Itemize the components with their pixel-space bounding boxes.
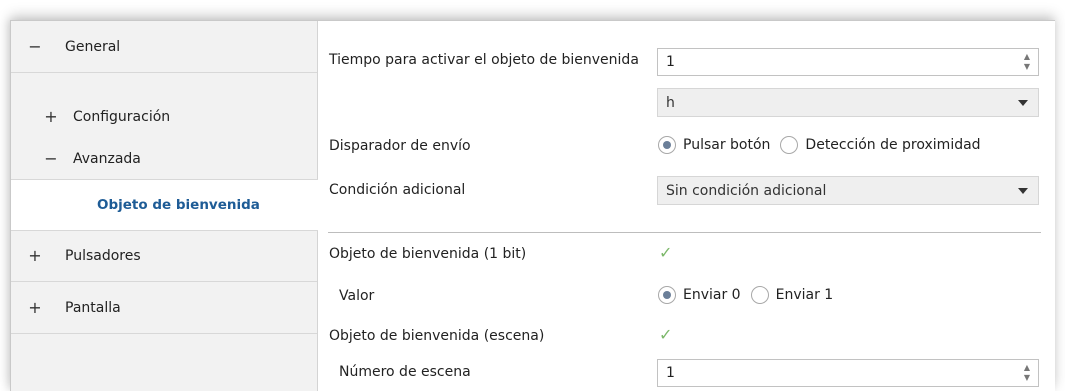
spin-arrows[interactable]: ▲ ▼	[1022, 364, 1032, 382]
valor-row: Valor Enviar 0 Enviar 1	[318, 277, 1055, 317]
sidebar-item-label: General	[65, 38, 121, 55]
condicion-row: Condición adicional Sin condición adicio…	[318, 171, 1055, 211]
sidebar-item-label: Configuración	[73, 109, 171, 125]
escena-row: Objeto de bienvenida (escena) ✓	[318, 317, 1055, 357]
radio-unchecked-icon[interactable]	[750, 286, 769, 304]
pulsar-boton-option[interactable]: Pulsar botón	[658, 136, 770, 154]
expand-icon[interactable]: +	[27, 248, 43, 264]
valor-label: Valor	[339, 288, 375, 304]
tiempo-label: Tiempo para activar el objeto de bienven…	[329, 52, 639, 68]
radio-label: Enviar 1	[775, 287, 834, 303]
spin-arrows[interactable]: ▲ ▼	[1022, 53, 1032, 71]
deteccion-proximidad-option[interactable]: Detección de proximidad	[780, 136, 981, 154]
sidebar-item-avanzada[interactable]: − Avanzada	[11, 133, 317, 185]
collapse-icon[interactable]: −	[43, 151, 59, 167]
enviar-1-option[interactable]: Enviar 1	[750, 286, 834, 304]
sidebar-item-label: Avanzada	[73, 151, 141, 167]
spin-down-icon[interactable]: ▼	[1022, 63, 1032, 71]
radio-checked-icon[interactable]	[658, 286, 676, 304]
disparador-radio-group: Pulsar botón Detección de proximidad	[658, 136, 991, 154]
spin-up-icon[interactable]: ▲	[1022, 53, 1032, 61]
chevron-down-icon[interactable]	[1018, 188, 1028, 194]
spin-down-icon[interactable]: ▼	[1022, 374, 1032, 382]
checkbox-checked-icon[interactable]: ✓	[659, 327, 675, 343]
expand-icon[interactable]: +	[43, 109, 59, 125]
radio-label: Pulsar botón	[683, 137, 771, 153]
parameter-panel: Tiempo para activar el objeto de bienven…	[318, 21, 1055, 391]
app-window: − General + Configuración − Avanzada Obj…	[10, 20, 1055, 391]
tiempo-row: Tiempo para activar el objeto de bienven…	[318, 41, 1055, 81]
obj1bit-row: Objeto de bienvenida (1 bit) ✓	[318, 235, 1055, 275]
disparador-label: Disparador de envío	[329, 138, 471, 154]
sidebar-item-pulsadores[interactable]: + Pulsadores	[11, 230, 317, 282]
checkbox-checked-icon[interactable]: ✓	[659, 245, 675, 261]
sidebar: − General + Configuración − Avanzada Obj…	[11, 21, 318, 391]
disparador-row: Disparador de envío Pulsar botón Detecci…	[318, 127, 1055, 167]
radio-unchecked-icon[interactable]	[780, 136, 799, 154]
sidebar-item-pantalla[interactable]: + Pantalla	[11, 282, 317, 334]
radio-checked-icon[interactable]	[658, 136, 676, 154]
sidebar-item-label: Objeto de bienvenida	[97, 197, 260, 213]
obj1bit-label: Objeto de bienvenida (1 bit)	[329, 246, 527, 262]
sidebar-item-general[interactable]: − General	[11, 21, 317, 73]
numero-escena-row: Número de escena 1 ▲ ▼	[318, 352, 1055, 391]
condicion-dropdown[interactable]: Sin condición adicional	[657, 176, 1039, 205]
unit-row: h	[318, 83, 1055, 123]
tiempo-spinbox[interactable]: 1 ▲ ▼	[657, 48, 1039, 76]
numero-escena-label: Número de escena	[339, 364, 471, 380]
chevron-down-icon[interactable]	[1018, 100, 1028, 106]
sidebar-item-label: Pulsadores	[65, 248, 141, 264]
valor-radio-group: Enviar 0 Enviar 1	[658, 286, 843, 304]
condicion-value: Sin condición adicional	[666, 183, 827, 199]
numero-escena-value: 1	[666, 365, 675, 381]
sidebar-item-label: Pantalla	[65, 299, 121, 316]
sidebar-item-objeto-de-bienvenida[interactable]: Objeto de bienvenida	[11, 179, 318, 231]
collapse-icon[interactable]: −	[27, 38, 43, 55]
unit-value: h	[666, 95, 675, 111]
unit-dropdown[interactable]: h	[657, 88, 1039, 117]
radio-label: Enviar 0	[683, 287, 741, 303]
section-divider	[328, 232, 1041, 233]
enviar-0-option[interactable]: Enviar 0	[658, 286, 741, 304]
tiempo-value: 1	[666, 54, 675, 70]
radio-label: Detección de proximidad	[805, 137, 981, 153]
spin-up-icon[interactable]: ▲	[1022, 364, 1032, 372]
escena-label: Objeto de bienvenida (escena)	[329, 328, 545, 344]
condicion-label: Condición adicional	[329, 182, 466, 198]
numero-escena-spinbox[interactable]: 1 ▲ ▼	[657, 359, 1039, 387]
expand-icon[interactable]: +	[27, 299, 43, 316]
